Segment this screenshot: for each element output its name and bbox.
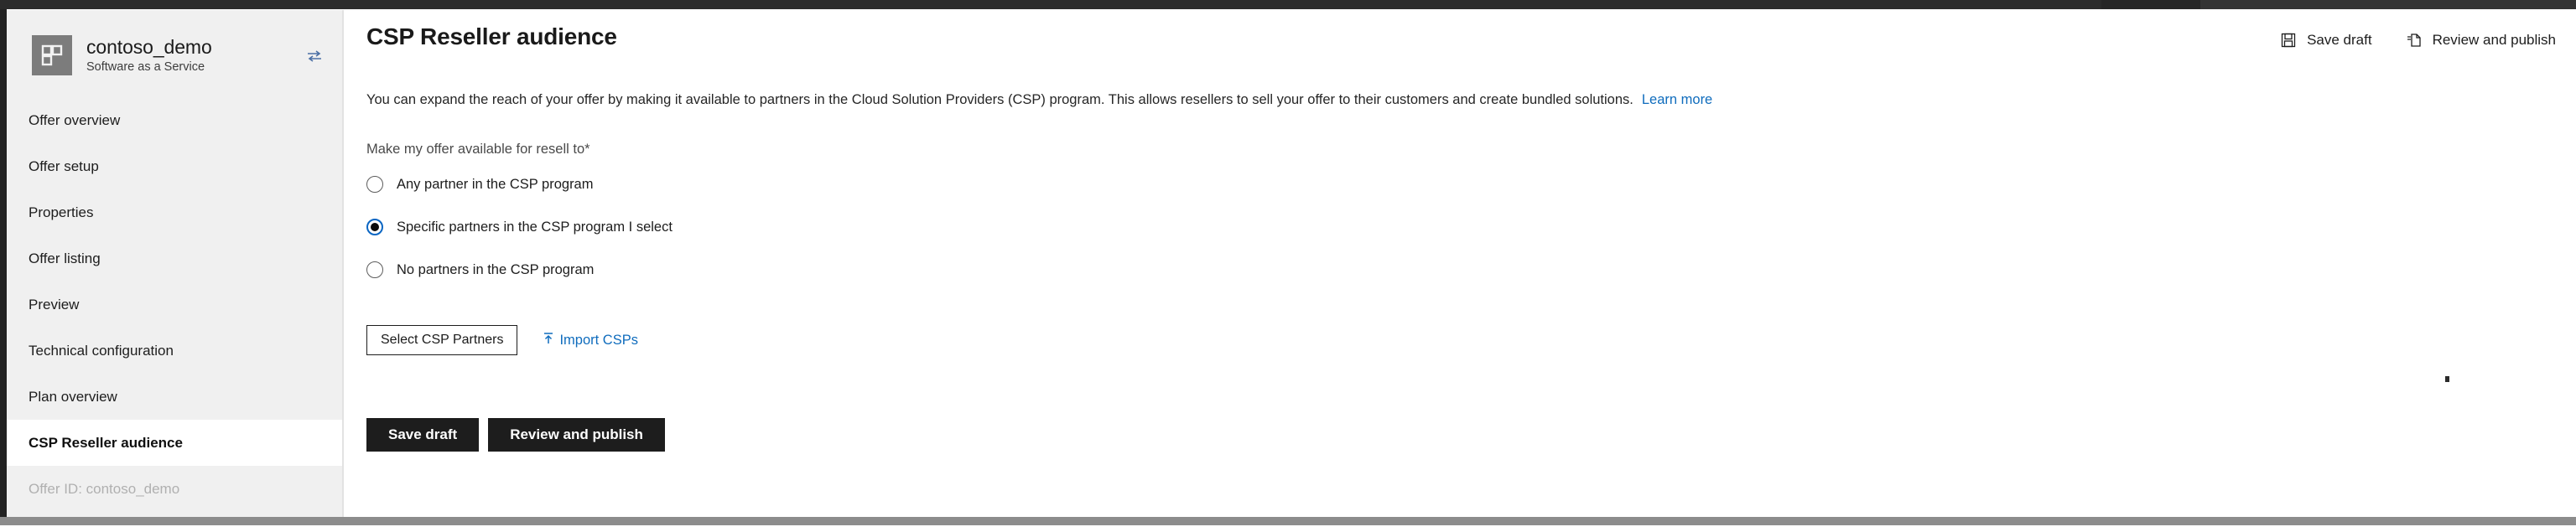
review-publish-top-label: Review and publish bbox=[2432, 32, 2556, 48]
radio-specific-partners[interactable]: Specific partners in the CSP program I s… bbox=[366, 216, 673, 238]
chrome-segment-right bbox=[2200, 0, 2576, 9]
radio-label: No partners in the CSP program bbox=[397, 261, 595, 277]
bottom-action-bar: Save draft Review and publish bbox=[366, 418, 665, 452]
radio-no-partners[interactable]: No partners in the CSP program bbox=[366, 259, 673, 281]
sidebar-item-plan-overview[interactable]: Plan overview bbox=[7, 374, 342, 420]
description-body: You can expand the reach of your offer b… bbox=[366, 92, 1633, 107]
swap-arrows-icon[interactable] bbox=[304, 47, 325, 65]
top-action-bar: Save draft Review and publish bbox=[2280, 32, 2556, 49]
page-title: CSP Reseller audience bbox=[366, 23, 617, 49]
app-window: contoso_demo Software as a Service Offer… bbox=[0, 0, 2576, 532]
sidebar-item-technical-configuration[interactable]: Technical configuration bbox=[7, 328, 342, 374]
save-draft-top-label: Save draft bbox=[2307, 32, 2372, 48]
sidebar-item-properties[interactable]: Properties bbox=[7, 189, 342, 235]
sidebar-item-label: Properties bbox=[29, 204, 94, 220]
window-bottom-edge-outer bbox=[0, 525, 2576, 532]
sidebar: contoso_demo Software as a Service Offer… bbox=[7, 10, 344, 517]
save-draft-top-button[interactable]: Save draft bbox=[2280, 32, 2372, 49]
review-and-publish-button[interactable]: Review and publish bbox=[488, 418, 665, 452]
sidebar-item-label: Offer listing bbox=[29, 250, 101, 266]
radio-any-partner[interactable]: Any partner in the CSP program bbox=[366, 173, 673, 195]
window-left-edge bbox=[0, 9, 7, 523]
brand-subtitle: Software as a Service bbox=[86, 59, 205, 74]
brand-title: contoso_demo bbox=[86, 35, 212, 58]
sidebar-item-csp-reseller-audience[interactable]: CSP Reseller audience bbox=[7, 420, 342, 466]
import-csps-label: Import CSPs bbox=[559, 332, 638, 348]
sidebar-item-offer-listing[interactable]: Offer listing bbox=[7, 235, 342, 281]
learn-more-link[interactable]: Learn more bbox=[1642, 92, 1712, 107]
description-text: You can expand the reach of your offer b… bbox=[366, 90, 1712, 109]
grid-blocks-icon bbox=[32, 35, 72, 75]
main-content: CSP Reseller audience Save draft Review … bbox=[345, 10, 2576, 517]
save-draft-button[interactable]: Save draft bbox=[366, 418, 480, 452]
sidebar-brand[interactable]: contoso_demo Software as a Service bbox=[7, 10, 342, 80]
partner-selection-row: Select CSP Partners Import CSPs bbox=[366, 325, 638, 355]
upload-arrow-icon bbox=[543, 332, 554, 349]
select-csp-partners-button[interactable]: Select CSP Partners bbox=[366, 325, 518, 355]
radio-circle-icon bbox=[366, 176, 383, 193]
sidebar-nav: Offer overview Offer setup Properties Of… bbox=[7, 97, 342, 512]
sidebar-item-label: Preview bbox=[29, 296, 80, 312]
review-publish-top-button[interactable]: Review and publish bbox=[2406, 32, 2556, 49]
sidebar-item-label: Plan overview bbox=[29, 388, 117, 405]
import-csps-link[interactable]: Import CSPs bbox=[543, 332, 638, 349]
radio-label: Any partner in the CSP program bbox=[397, 176, 594, 192]
save-floppy-icon bbox=[2280, 32, 2297, 49]
radio-label: Specific partners in the CSP program I s… bbox=[397, 219, 673, 235]
sidebar-offer-id: Offer ID: contoso_demo bbox=[7, 466, 342, 512]
sidebar-item-label: CSP Reseller audience bbox=[29, 434, 183, 451]
radio-circle-icon bbox=[366, 261, 383, 278]
sidebar-item-offer-setup[interactable]: Offer setup bbox=[7, 143, 342, 189]
sidebar-item-label: Technical configuration bbox=[29, 342, 174, 359]
resell-field-label: Make my offer available for resell to* bbox=[366, 142, 590, 157]
brand-text-block: contoso_demo Software as a Service bbox=[86, 36, 212, 75]
sidebar-item-label: Offer ID: contoso_demo bbox=[29, 480, 180, 497]
chrome-segment-left bbox=[2101, 0, 2200, 9]
sidebar-item-preview[interactable]: Preview bbox=[7, 281, 342, 328]
sidebar-item-offer-overview[interactable]: Offer overview bbox=[7, 97, 342, 143]
sidebar-item-label: Offer overview bbox=[29, 111, 121, 128]
resell-radio-group: Any partner in the CSP program Specific … bbox=[366, 173, 673, 302]
window-chrome-bar bbox=[0, 0, 2576, 9]
radio-circle-selected-icon bbox=[366, 219, 383, 235]
publish-document-icon bbox=[2406, 32, 2423, 49]
cursor-artifact bbox=[2445, 376, 2449, 382]
sidebar-item-label: Offer setup bbox=[29, 158, 99, 174]
window-bottom-edge bbox=[0, 517, 2576, 525]
